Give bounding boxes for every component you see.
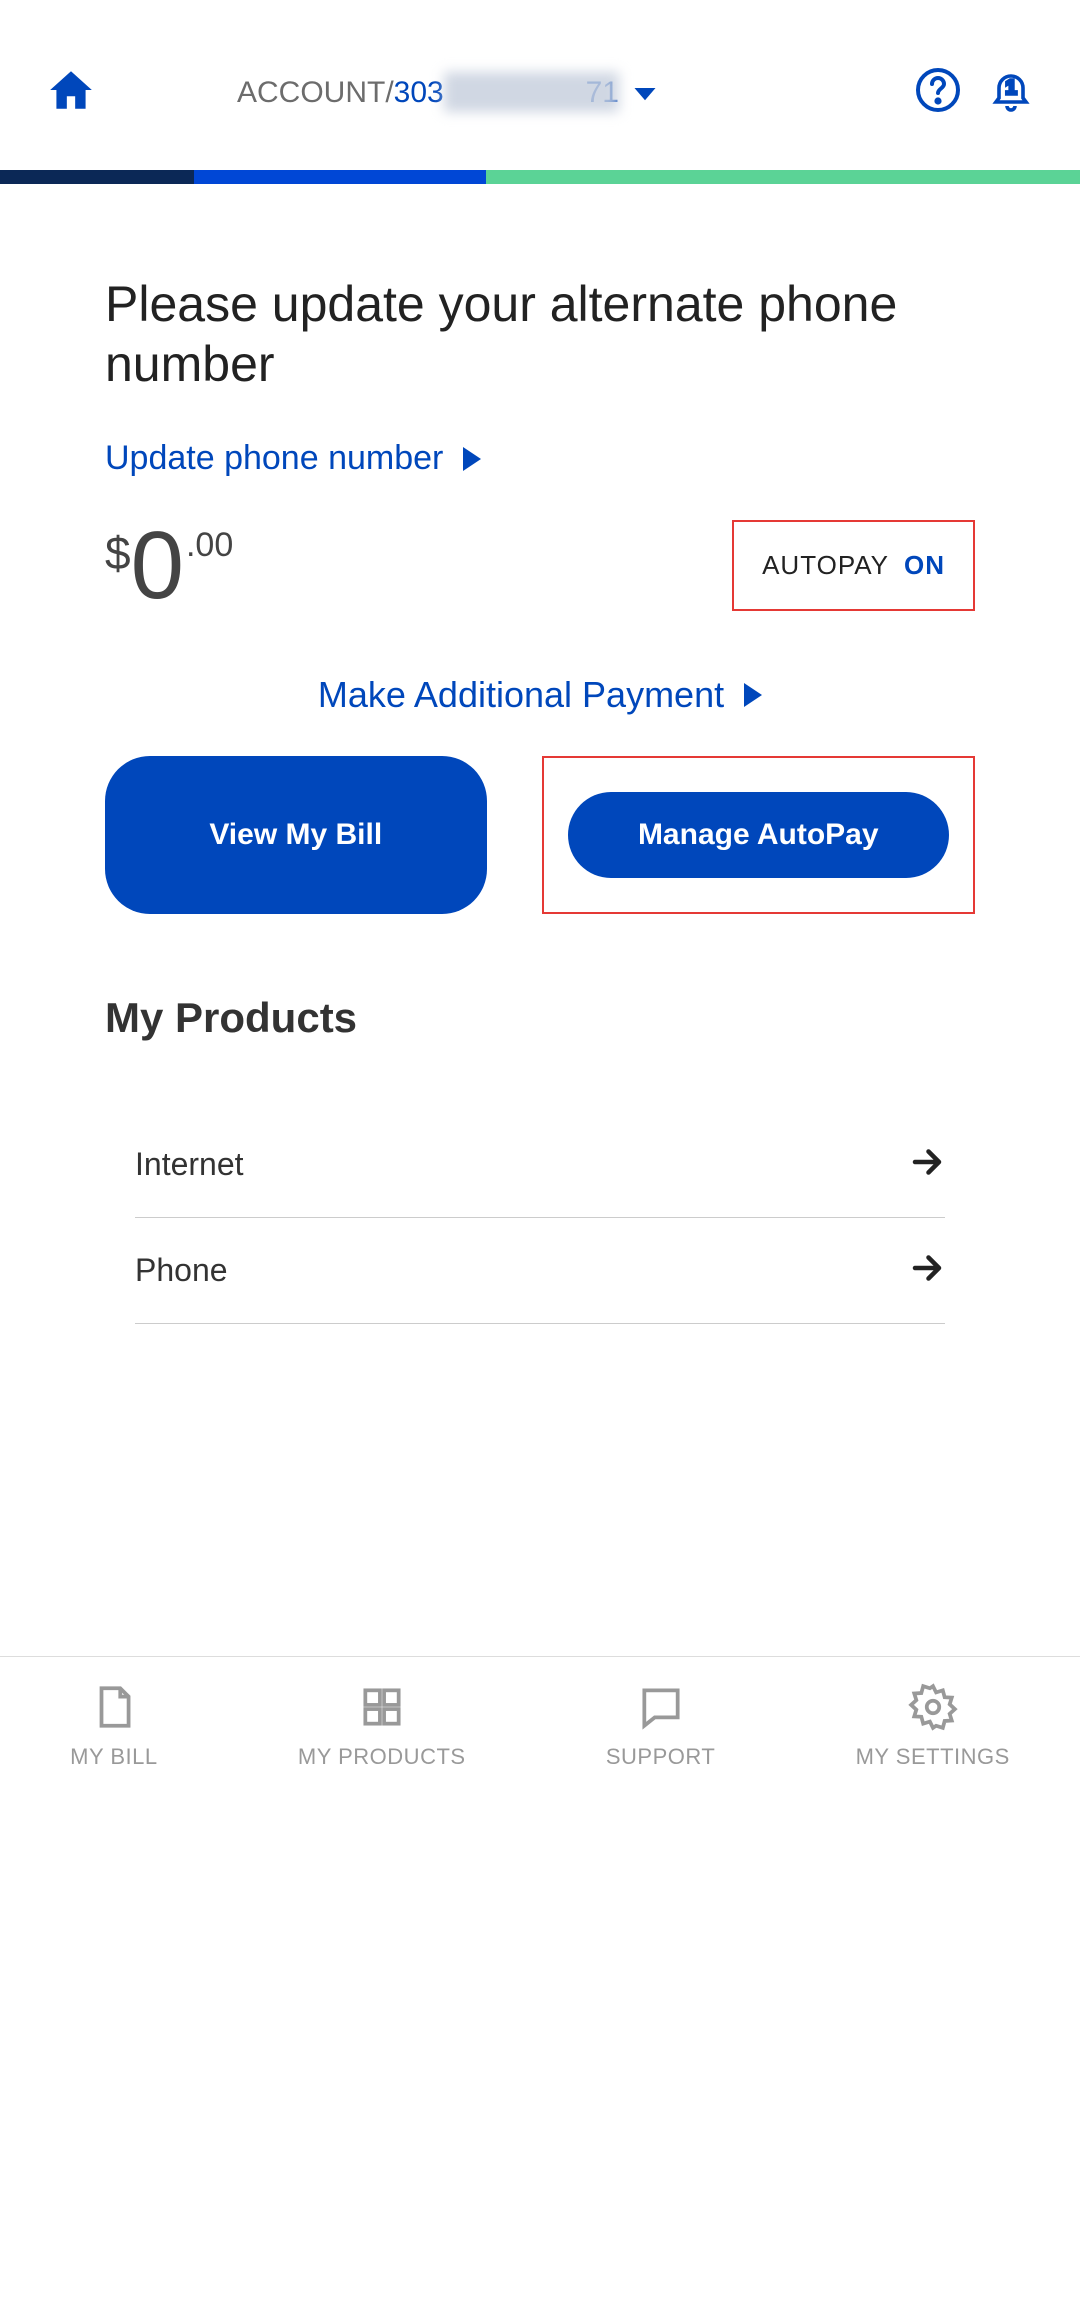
nav-support[interactable]: SUPPORT	[606, 1682, 715, 1770]
arrow-right-icon	[909, 1250, 945, 1291]
manage-autopay-highlight: Manage AutoPay	[542, 756, 976, 914]
nav-label: MY BILL	[70, 1744, 157, 1770]
main-content: Please update your alternate phone numbe…	[0, 184, 1080, 1324]
product-item-phone[interactable]: Phone	[135, 1218, 945, 1324]
balance-currency: $	[105, 526, 131, 580]
balance-amount: $ 0 .00	[105, 518, 233, 614]
account-number: 303 0000000071	[394, 76, 619, 110]
nav-label: MY PRODUCTS	[298, 1744, 466, 1770]
help-icon[interactable]	[914, 66, 962, 119]
nav-my-products[interactable]: MY PRODUCTS	[298, 1682, 466, 1770]
nav-label: MY SETTINGS	[856, 1744, 1010, 1770]
redacted-overlay	[444, 72, 619, 112]
view-bill-button[interactable]: View My Bill	[105, 756, 487, 914]
autopay-status: ON	[904, 550, 945, 581]
page-title: Please update your alternate phone numbe…	[105, 274, 975, 394]
update-phone-label: Update phone number	[105, 439, 443, 478]
button-row: View My Bill Manage AutoPay	[105, 756, 975, 914]
grid-icon	[357, 1682, 407, 1732]
account-number-prefix: 303	[394, 76, 444, 109]
balance-dollars: 0	[131, 518, 184, 614]
progress-segment-green	[486, 170, 1080, 184]
balance-row: $ 0 .00 AUTOPAY ON	[105, 518, 975, 614]
notification-icon[interactable]: 1	[987, 66, 1035, 119]
home-icon[interactable]	[45, 65, 97, 120]
chevron-down-icon	[634, 76, 656, 110]
bottom-nav: MY BILL MY PRODUCTS SUPPORT MY SETTINGS	[0, 1656, 1080, 1800]
play-icon	[463, 447, 481, 471]
autopay-label: AUTOPAY	[762, 550, 889, 581]
update-phone-link[interactable]: Update phone number	[105, 439, 975, 478]
nav-my-bill[interactable]: MY BILL	[70, 1682, 157, 1770]
svg-text:1: 1	[1005, 77, 1016, 99]
balance-cents: .00	[186, 526, 233, 565]
app-header: ACCOUNT/ 303 0000000071 1	[0, 0, 1080, 170]
additional-payment-label: Make Additional Payment	[318, 674, 724, 716]
play-icon	[744, 683, 762, 707]
gear-icon	[908, 1682, 958, 1732]
product-list: Internet Phone	[105, 1112, 975, 1324]
nav-label: SUPPORT	[606, 1744, 715, 1770]
chat-icon	[636, 1682, 686, 1732]
product-name: Phone	[135, 1252, 228, 1289]
progress-segment-blue	[194, 170, 486, 184]
arrow-right-icon	[909, 1144, 945, 1185]
product-item-internet[interactable]: Internet	[135, 1112, 945, 1218]
my-products-title: My Products	[105, 994, 975, 1042]
account-label: ACCOUNT/	[237, 76, 394, 110]
manage-autopay-button[interactable]: Manage AutoPay	[568, 792, 950, 878]
make-additional-payment-link[interactable]: Make Additional Payment	[105, 674, 975, 716]
bill-icon	[89, 1682, 139, 1732]
progress-bar	[0, 170, 1080, 184]
progress-segment-dark	[0, 170, 194, 184]
nav-my-settings[interactable]: MY SETTINGS	[856, 1682, 1010, 1770]
account-selector[interactable]: ACCOUNT/ 303 0000000071	[237, 76, 656, 110]
header-actions: 1	[914, 66, 1035, 119]
autopay-status-box: AUTOPAY ON	[732, 520, 975, 611]
product-name: Internet	[135, 1146, 244, 1183]
